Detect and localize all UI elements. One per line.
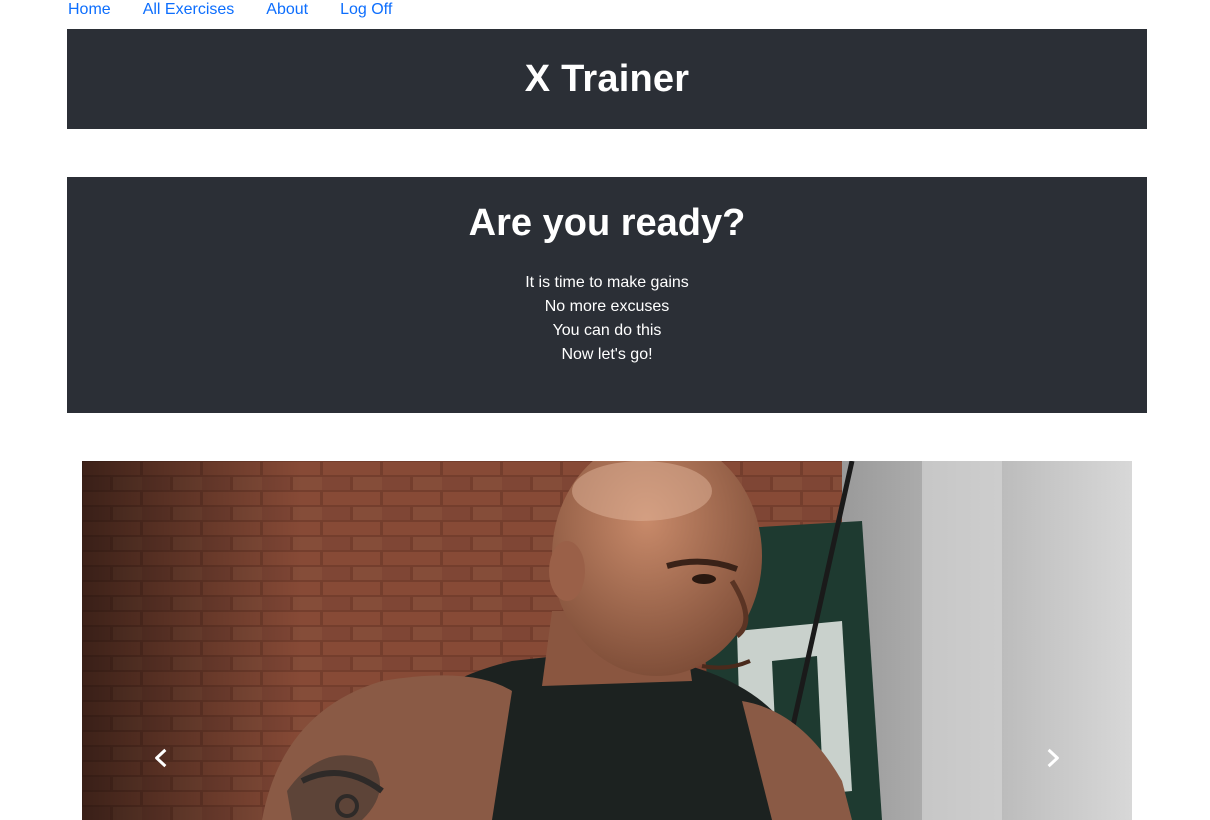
hero-heading: Are you ready?: [468, 202, 746, 244]
nav-link-about[interactable]: About: [266, 0, 308, 22]
carousel-next-button[interactable]: [975, 461, 1133, 820]
hero-line: Now let's go!: [561, 346, 653, 363]
chevron-right-icon: [1047, 748, 1060, 768]
nav-link-log-off[interactable]: Log Off: [340, 0, 392, 22]
top-nav: Home All Exercises About Log Off: [68, 0, 392, 22]
hero-panel: Are you ready? It is time to make gains …: [67, 177, 1147, 413]
hero-line: It is time to make gains: [525, 274, 689, 291]
nav-link-all-exercises[interactable]: All Exercises: [143, 0, 235, 22]
nav-link-home[interactable]: Home: [68, 0, 111, 22]
carousel-prev-button[interactable]: [82, 461, 240, 820]
hero-lines: It is time to make gains No more excuses…: [67, 271, 1147, 367]
hero-line: No more excuses: [544, 298, 670, 315]
chevron-left-icon: [154, 748, 167, 768]
site-banner: X Trainer: [67, 29, 1147, 129]
hero-line: You can do this: [552, 322, 662, 339]
image-carousel: [82, 461, 1132, 820]
site-title: X Trainer: [524, 57, 690, 100]
